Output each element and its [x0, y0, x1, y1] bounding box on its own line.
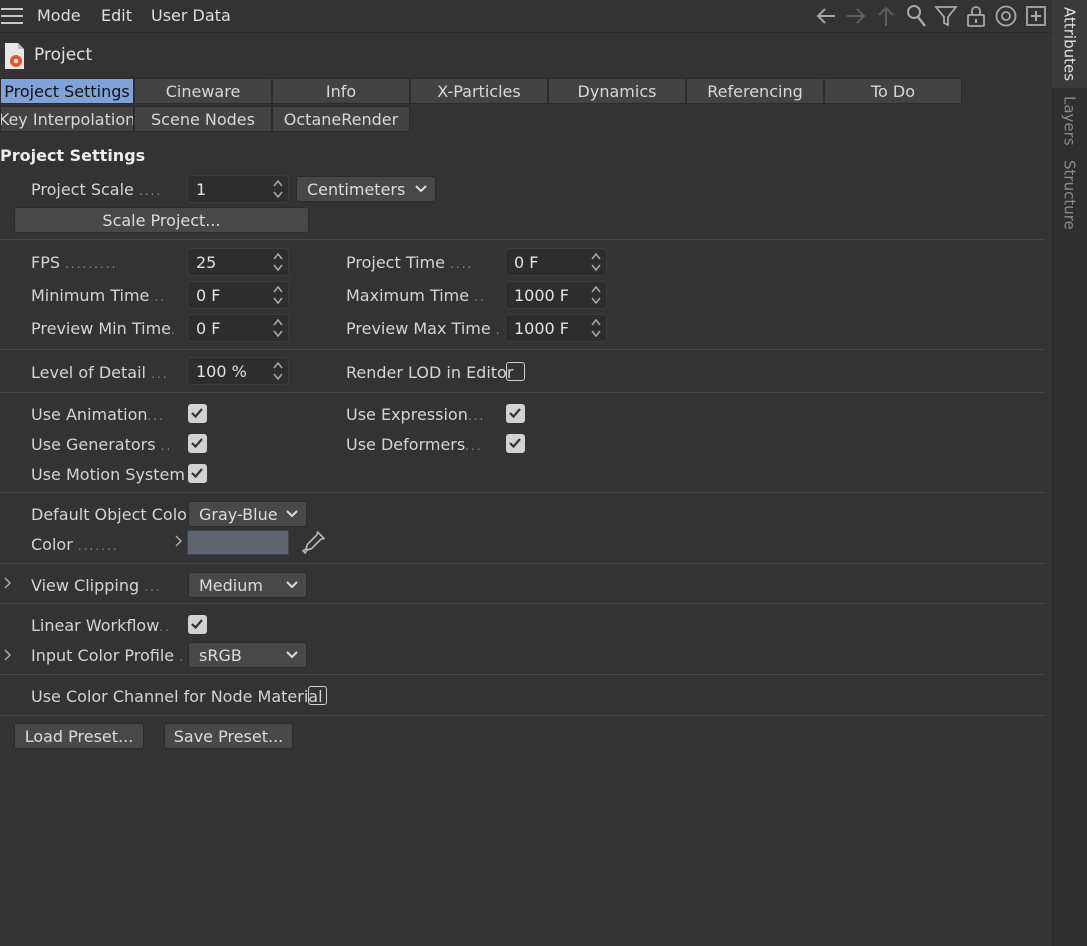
menu-mode[interactable]: Mode — [37, 6, 81, 25]
render-lod-checkbox[interactable] — [506, 362, 525, 381]
use-animation-label: Use Animation... — [31, 405, 165, 424]
divider — [0, 492, 1045, 493]
forward-arrow-icon[interactable] — [844, 4, 868, 28]
maximum-time-label: Maximum Time .. — [346, 286, 486, 305]
tab-scene-nodes[interactable]: Scene Nodes — [134, 106, 272, 132]
tab-cineware[interactable]: Cineware — [134, 78, 272, 104]
lock-icon[interactable] — [964, 4, 988, 28]
divider — [0, 715, 1045, 716]
save-preset-button[interactable]: Save Preset... — [164, 723, 293, 749]
use-color-channel-label: Use Color Channel for Node Material — [31, 687, 323, 706]
project-scale-label: Project Scale .... — [31, 180, 163, 199]
input-color-profile-label: Input Color Profile . — [31, 646, 186, 665]
divider — [0, 349, 1045, 350]
menu-user-data[interactable]: User Data — [151, 6, 231, 25]
use-deformers-label: Use Deformers... — [346, 435, 483, 454]
section-title: Project Settings — [0, 146, 146, 165]
project-scale-input[interactable]: 1 — [187, 175, 289, 203]
minimum-time-label: Minimum Time .. — [31, 286, 167, 305]
use-deformers-checkbox[interactable] — [506, 434, 525, 453]
chevron-right-icon[interactable] — [174, 535, 184, 547]
level-of-detail-input[interactable]: 100 % — [187, 357, 289, 385]
chevron-down-icon — [286, 581, 298, 589]
view-clipping-label: View Clipping ... — [31, 576, 162, 595]
divider — [0, 392, 1045, 393]
tab-key-interpolation[interactable]: Key Interpolation — [0, 106, 134, 132]
preview-max-time-label: Preview Max Time . — [346, 319, 502, 338]
project-time-label: Project Time .... — [346, 253, 474, 272]
maximum-time-input[interactable]: 1000 F — [505, 281, 607, 309]
stepper-icon[interactable] — [272, 178, 284, 200]
tab-to-do[interactable]: To Do — [824, 78, 962, 104]
use-generators-checkbox[interactable] — [188, 434, 207, 453]
scale-project-button[interactable]: Scale Project... — [14, 207, 309, 233]
menu-edit[interactable]: Edit — [101, 6, 132, 25]
stepper-icon[interactable] — [590, 317, 602, 339]
target-icon[interactable] — [994, 4, 1018, 28]
chevron-down-icon — [286, 651, 298, 659]
chevron-down-icon — [415, 185, 427, 193]
use-color-channel-checkbox[interactable] — [308, 686, 327, 705]
project-icon — [5, 43, 24, 69]
divider — [0, 239, 1045, 240]
use-expression-label: Use Expression... — [346, 405, 486, 424]
stepper-icon[interactable] — [272, 284, 284, 306]
level-of-detail-label: Level of Detail ... — [31, 363, 169, 382]
fps-label: FPS ......... — [31, 253, 118, 272]
preview-min-time-input[interactable]: 0 F — [187, 314, 289, 342]
side-tab-structure[interactable]: Structure — [1052, 156, 1087, 234]
eyedropper-icon[interactable] — [300, 529, 327, 556]
default-object-color-label: Default Object Color — [31, 505, 194, 524]
preview-max-time-input[interactable]: 1000 F — [505, 314, 607, 342]
project-time-input[interactable]: 0 F — [505, 248, 607, 276]
preview-min-time-label: Preview Min Time. — [31, 319, 177, 338]
tab-octanerender[interactable]: OctaneRender — [272, 106, 410, 132]
stepper-icon[interactable] — [590, 251, 602, 273]
fps-input[interactable]: 25 — [187, 248, 289, 276]
tab-x-particles[interactable]: X-Particles — [410, 78, 548, 104]
use-motion-system-checkbox[interactable] — [188, 464, 207, 483]
stepper-icon[interactable] — [272, 317, 284, 339]
minimum-time-input[interactable]: 0 F — [187, 281, 289, 309]
view-clipping-select[interactable]: Medium — [188, 572, 307, 598]
menu-bar: Mode Edit User Data — [0, 0, 1052, 33]
color-swatch[interactable] — [187, 530, 289, 555]
use-motion-system-label: Use Motion System — [31, 465, 185, 484]
color-label: Color ....... — [31, 535, 119, 554]
divider — [0, 563, 1045, 564]
tab-info[interactable]: Info — [272, 78, 410, 104]
render-lod-label: Render LOD in Editor — [346, 363, 514, 382]
stepper-icon[interactable] — [272, 251, 284, 273]
tab-dynamics[interactable]: Dynamics — [548, 78, 686, 104]
tab-referencing[interactable]: Referencing — [686, 78, 824, 104]
use-generators-label: Use Generators .. — [31, 435, 173, 454]
back-arrow-icon[interactable] — [814, 4, 838, 28]
divider — [0, 603, 1045, 604]
project-scale-unit-select[interactable]: Centimeters — [296, 176, 436, 202]
load-preset-button[interactable]: Load Preset... — [14, 723, 144, 749]
use-expression-checkbox[interactable] — [506, 404, 525, 423]
side-tab-layers[interactable]: Layers — [1052, 92, 1087, 150]
filter-icon[interactable] — [934, 4, 958, 28]
use-animation-checkbox[interactable] — [188, 404, 207, 423]
chevron-right-icon[interactable] — [3, 649, 13, 661]
side-tab-attributes[interactable]: Attributes — [1052, 0, 1087, 88]
new-panel-icon[interactable] — [1024, 4, 1048, 28]
default-object-color-select[interactable]: Gray-Blue — [188, 501, 307, 527]
stepper-icon[interactable] — [272, 360, 284, 382]
chevron-down-icon — [286, 510, 298, 518]
hamburger-menu-icon[interactable] — [1, 8, 23, 24]
tab-project-settings[interactable]: Project Settings — [0, 78, 134, 104]
linear-workflow-label: Linear Workflow.. — [31, 616, 171, 635]
divider — [0, 674, 1045, 675]
input-color-profile-select[interactable]: sRGB — [188, 642, 307, 668]
linear-workflow-checkbox[interactable] — [188, 615, 207, 634]
search-icon[interactable] — [904, 4, 928, 28]
up-arrow-icon[interactable] — [874, 4, 898, 28]
stepper-icon[interactable] — [590, 284, 602, 306]
page-title: Project — [34, 45, 93, 65]
chevron-right-icon[interactable] — [3, 577, 13, 589]
